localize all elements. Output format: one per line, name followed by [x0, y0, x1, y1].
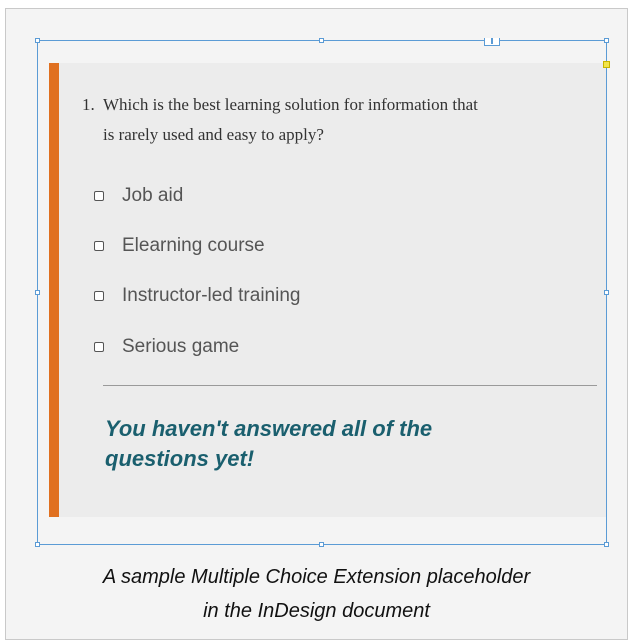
resize-handle-top[interactable] — [319, 38, 324, 43]
live-corner-handle-icon[interactable] — [603, 61, 610, 68]
resize-handle-left[interactable] — [35, 290, 40, 295]
resize-handle-right[interactable] — [604, 290, 609, 295]
anchored-object-icon[interactable] — [484, 38, 500, 46]
resize-handle-bottom-left[interactable] — [35, 542, 40, 547]
figure-caption: A sample Multiple Choice Extension place… — [5, 560, 628, 628]
resize-handle-bottom[interactable] — [319, 542, 324, 547]
resize-handle-top-right[interactable] — [604, 38, 609, 43]
caption-line-1: A sample Multiple Choice Extension place… — [102, 566, 531, 588]
caption-line-2: in the InDesign document — [203, 600, 430, 622]
selection-frame[interactable] — [37, 40, 607, 545]
resize-handle-bottom-right[interactable] — [604, 542, 609, 547]
resize-handle-top-left[interactable] — [35, 38, 40, 43]
